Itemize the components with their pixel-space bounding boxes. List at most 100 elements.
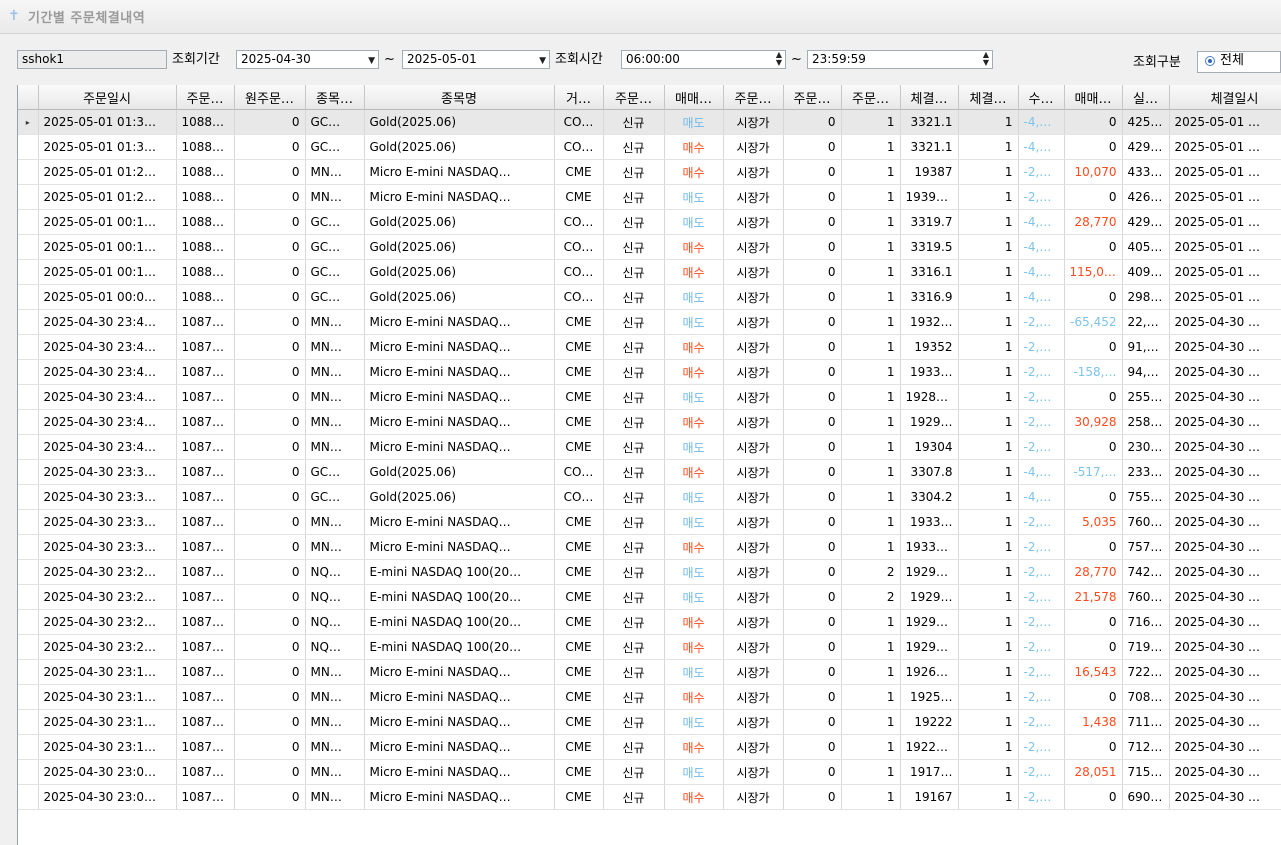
column-header[interactable]: 거…: [554, 85, 604, 110]
table-cell: 1087…: [176, 634, 235, 660]
table-cell: 2025-04-30 23:0…: [38, 759, 177, 785]
date-from-dropdown[interactable]: 2025-04-30 ▼: [236, 50, 379, 69]
table-row[interactable]: 2025-04-30 23:4… 1087… 0 MN… Micro E-mini NA…: [18, 359, 1281, 385]
account-field[interactable]: sshok1: [17, 50, 167, 69]
column-header[interactable]: 매매…: [1064, 85, 1123, 110]
table-cell: 1: [958, 534, 1019, 560]
table-row[interactable]: 2025-05-01 00:1… 1088… 0 GC… Gold(2025.06) CO…: [18, 234, 1281, 260]
table-row[interactable]: 2025-05-01 00:1… 1088… 0 GC… Gold(2025.06) CO…: [18, 209, 1281, 235]
spin-arrows-icon[interactable]: ▲ ▼: [776, 51, 782, 67]
table-cell: 1: [958, 434, 1019, 460]
column-header[interactable]: 원주문…: [234, 85, 306, 110]
table-cell: 3316.9: [900, 284, 959, 310]
table-row[interactable]: 2025-04-30 23:1… 1087… 0 MN… Micro E-mini NA…: [18, 659, 1281, 685]
table-row[interactable]: 2025-04-30 23:2… 1087… 0 NQ… E-mini NASDAQ 1…: [18, 584, 1281, 610]
table-cell: 2025-05-01 00:0…: [38, 284, 177, 310]
column-header[interactable]: 체결일시: [1169, 85, 1281, 110]
column-header[interactable]: 실…: [1122, 85, 1170, 110]
column-header[interactable]: 체결…: [900, 85, 959, 110]
row-indicator-icon: [18, 309, 39, 335]
table-row[interactable]: 2025-04-30 23:4… 1087… 0 MN… Micro E-mini NA…: [18, 384, 1281, 410]
table-row[interactable]: ▸ 2025-05-01 01:3… 1088… 0 GC… Gold(2025.06) C…: [18, 109, 1281, 135]
table-cell: 시장가: [723, 759, 784, 785]
table-cell: 1: [958, 609, 1019, 635]
column-header[interactable]: 수…: [1018, 85, 1065, 110]
table-cell: 0: [234, 534, 306, 560]
table-row[interactable]: 2025-04-30 23:3… 1087… 0 MN… Micro E-mini NA…: [18, 534, 1281, 560]
category-option-all[interactable]: 전체: [1220, 53, 1244, 69]
column-header[interactable]: 주문…: [723, 85, 784, 110]
table-cell: CME: [554, 434, 604, 460]
table-cell: 0: [783, 584, 842, 610]
table-cell: 1088…: [176, 159, 235, 185]
table-row[interactable]: 2025-04-30 23:1… 1087… 0 MN… Micro E-mini NA…: [18, 709, 1281, 735]
table-row[interactable]: 2025-04-30 23:0… 1087… 0 MN… Micro E-mini NA…: [18, 784, 1281, 810]
table-cell: 3304.2: [900, 484, 959, 510]
column-header[interactable]: 매매…: [664, 85, 724, 110]
table-cell: MN…: [305, 159, 365, 185]
table-row[interactable]: 2025-04-30 23:2… 1087… 0 NQ… E-mini NASDAQ 1…: [18, 559, 1281, 585]
column-header[interactable]: [18, 85, 39, 110]
time-from-spinner[interactable]: 06:00:00 ▲ ▼: [621, 50, 786, 69]
table-row[interactable]: 2025-05-01 00:1… 1088… 0 GC… Gold(2025.06) CO…: [18, 259, 1281, 285]
table-row[interactable]: 2025-04-30 23:4… 1087… 0 MN… Micro E-mini NA…: [18, 409, 1281, 435]
spin-arrows-icon[interactable]: ▲ ▼: [983, 51, 989, 67]
row-indicator-icon: [18, 434, 39, 460]
table-cell: 시장가: [723, 359, 784, 385]
table-cell: -2,…: [1018, 734, 1065, 760]
table-cell: 시장가: [723, 559, 784, 585]
column-header[interactable]: 주문…: [176, 85, 235, 110]
table-cell: 1: [958, 659, 1019, 685]
table-row[interactable]: 2025-05-01 01:2… 1088… 0 MN… Micro E-mini NA…: [18, 184, 1281, 210]
table-row[interactable]: 2025-05-01 01:3… 1088… 0 GC… Gold(2025.06) CO…: [18, 134, 1281, 160]
date-to-dropdown[interactable]: 2025-05-01 ▼: [402, 50, 550, 69]
time-to-spinner[interactable]: 23:59:59 ▲ ▼: [807, 50, 993, 69]
table-row[interactable]: 2025-04-30 23:1… 1087… 0 MN… Micro E-mini NA…: [18, 734, 1281, 760]
table-row[interactable]: 2025-04-30 23:3… 1087… 0 GC… Gold(2025.06) CO…: [18, 459, 1281, 485]
dropdown-arrow-icon[interactable]: ▼: [539, 54, 546, 68]
table-cell: 신규: [603, 484, 665, 510]
table-cell: CO…: [554, 234, 604, 260]
table-row[interactable]: 2025-04-30 23:4… 1087… 0 MN… Micro E-mini NA…: [18, 334, 1281, 360]
table-row[interactable]: 2025-04-30 23:2… 1087… 0 NQ… E-mini NASDAQ 1…: [18, 634, 1281, 660]
table-cell: -2,…: [1018, 309, 1065, 335]
column-header[interactable]: 체결…: [958, 85, 1019, 110]
dropdown-arrow-icon[interactable]: ▼: [368, 54, 375, 68]
radio-selected-icon[interactable]: [1205, 56, 1215, 66]
table-cell: 258…: [1122, 409, 1170, 435]
table-cell: 1: [841, 134, 901, 160]
table-row[interactable]: 2025-05-01 00:0… 1088… 0 GC… Gold(2025.06) CO…: [18, 284, 1281, 310]
table-cell: 0: [783, 409, 842, 435]
column-header[interactable]: 주문…: [783, 85, 842, 110]
table-cell: CME: [554, 784, 604, 810]
table-row[interactable]: 2025-04-30 23:0… 1087… 0 MN… Micro E-mini NA…: [18, 759, 1281, 785]
table-cell: 2025-05-01 01:3…: [38, 109, 177, 135]
table-cell: 1: [958, 334, 1019, 360]
table-cell: 2025-04-30 …: [1169, 609, 1281, 635]
row-indicator-icon: [18, 459, 39, 485]
table-cell: CME: [554, 159, 604, 185]
table-cell: 0: [234, 684, 306, 710]
table-row[interactable]: 2025-04-30 23:2… 1087… 0 NQ… E-mini NASDAQ 1…: [18, 609, 1281, 635]
table-row[interactable]: 2025-04-30 23:3… 1087… 0 MN… Micro E-mini NA…: [18, 509, 1281, 535]
column-header[interactable]: 종목…: [305, 85, 365, 110]
table-cell: CME: [554, 584, 604, 610]
table-row[interactable]: 2025-04-30 23:3… 1087… 0 GC… Gold(2025.06) CO…: [18, 484, 1281, 510]
table-row[interactable]: 2025-04-30 23:4… 1087… 0 MN… Micro E-mini NA…: [18, 434, 1281, 460]
table-row[interactable]: 2025-04-30 23:4… 1087… 0 MN… Micro E-mini NA…: [18, 309, 1281, 335]
table-cell: -2,…: [1018, 609, 1065, 635]
table-cell: 0: [783, 484, 842, 510]
table-cell: 10,070: [1064, 159, 1123, 185]
table-cell: 19335.5: [900, 534, 959, 560]
table-cell: 1088…: [176, 184, 235, 210]
column-header[interactable]: 주문…: [603, 85, 665, 110]
table-row[interactable]: 2025-05-01 01:2… 1088… 0 MN… Micro E-mini NA…: [18, 159, 1281, 185]
table-cell: 429…: [1122, 209, 1170, 235]
row-indicator-icon: [18, 184, 39, 210]
table-cell: 1087…: [176, 584, 235, 610]
column-header[interactable]: 주문…: [841, 85, 901, 110]
table-cell: 2025-04-30 23:2…: [38, 584, 177, 610]
column-header[interactable]: 주문일시: [38, 85, 177, 110]
column-header[interactable]: 종목명: [364, 85, 555, 110]
table-row[interactable]: 2025-04-30 23:1… 1087… 0 MN… Micro E-mini NA…: [18, 684, 1281, 710]
